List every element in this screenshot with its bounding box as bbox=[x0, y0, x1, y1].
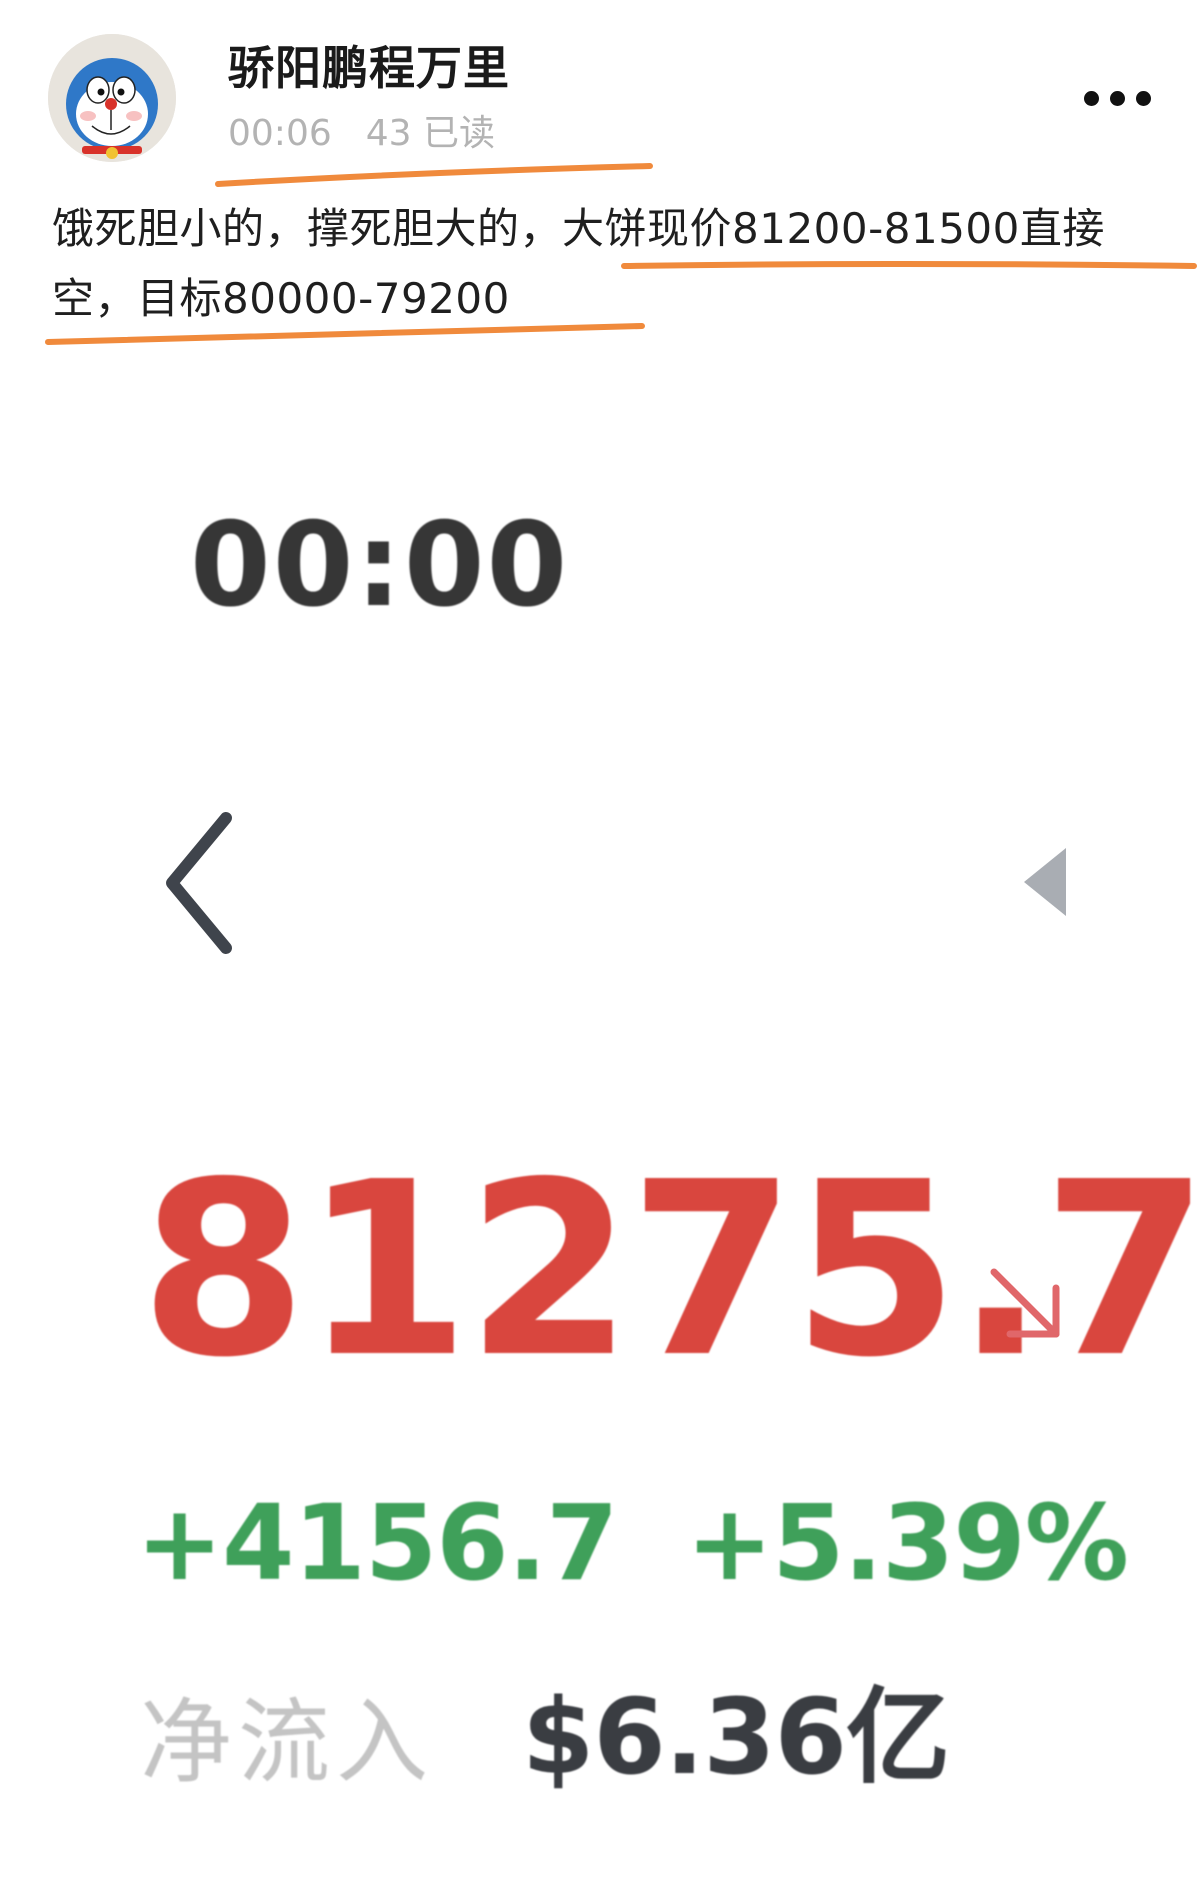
more-dots-icon bbox=[1084, 91, 1099, 106]
collapse-toggle[interactable] bbox=[1020, 844, 1070, 920]
cartoon-cat-avatar-icon bbox=[48, 34, 176, 162]
arrow-down-right-icon bbox=[990, 1268, 1060, 1338]
net-inflow-value: $6.36亿 bbox=[522, 1676, 950, 1798]
post-text: 饿死胆小的，撑死胆大的，大饼现价81200-81500直接空，目标80000-7… bbox=[52, 204, 1105, 323]
more-options-button[interactable] bbox=[1076, 72, 1176, 124]
post-time: 00:06 bbox=[228, 113, 332, 154]
author-avatar[interactable] bbox=[48, 34, 176, 162]
back-button[interactable] bbox=[158, 808, 238, 958]
trend-indicator bbox=[984, 1262, 1066, 1344]
net-inflow-label: 净流入 bbox=[140, 1689, 435, 1796]
read-count[interactable]: 43 已读 bbox=[366, 113, 495, 154]
post-page: 骄阳鹏程万里 00:06 43 已读 饿死胆小的，撑死胆大的，大饼现价81200-… bbox=[0, 0, 1200, 1887]
author-name[interactable]: 骄阳鹏程万里 bbox=[228, 32, 510, 98]
post-meta: 00:06 43 已读 bbox=[228, 104, 495, 156]
ticker-time: 00:00 bbox=[190, 498, 570, 633]
triangle-left-icon bbox=[1024, 848, 1066, 916]
price-change-absolute: +4156.7 bbox=[136, 1482, 618, 1604]
price-change-percent: +5.39% bbox=[686, 1482, 1129, 1604]
chevron-left-icon bbox=[166, 812, 232, 954]
